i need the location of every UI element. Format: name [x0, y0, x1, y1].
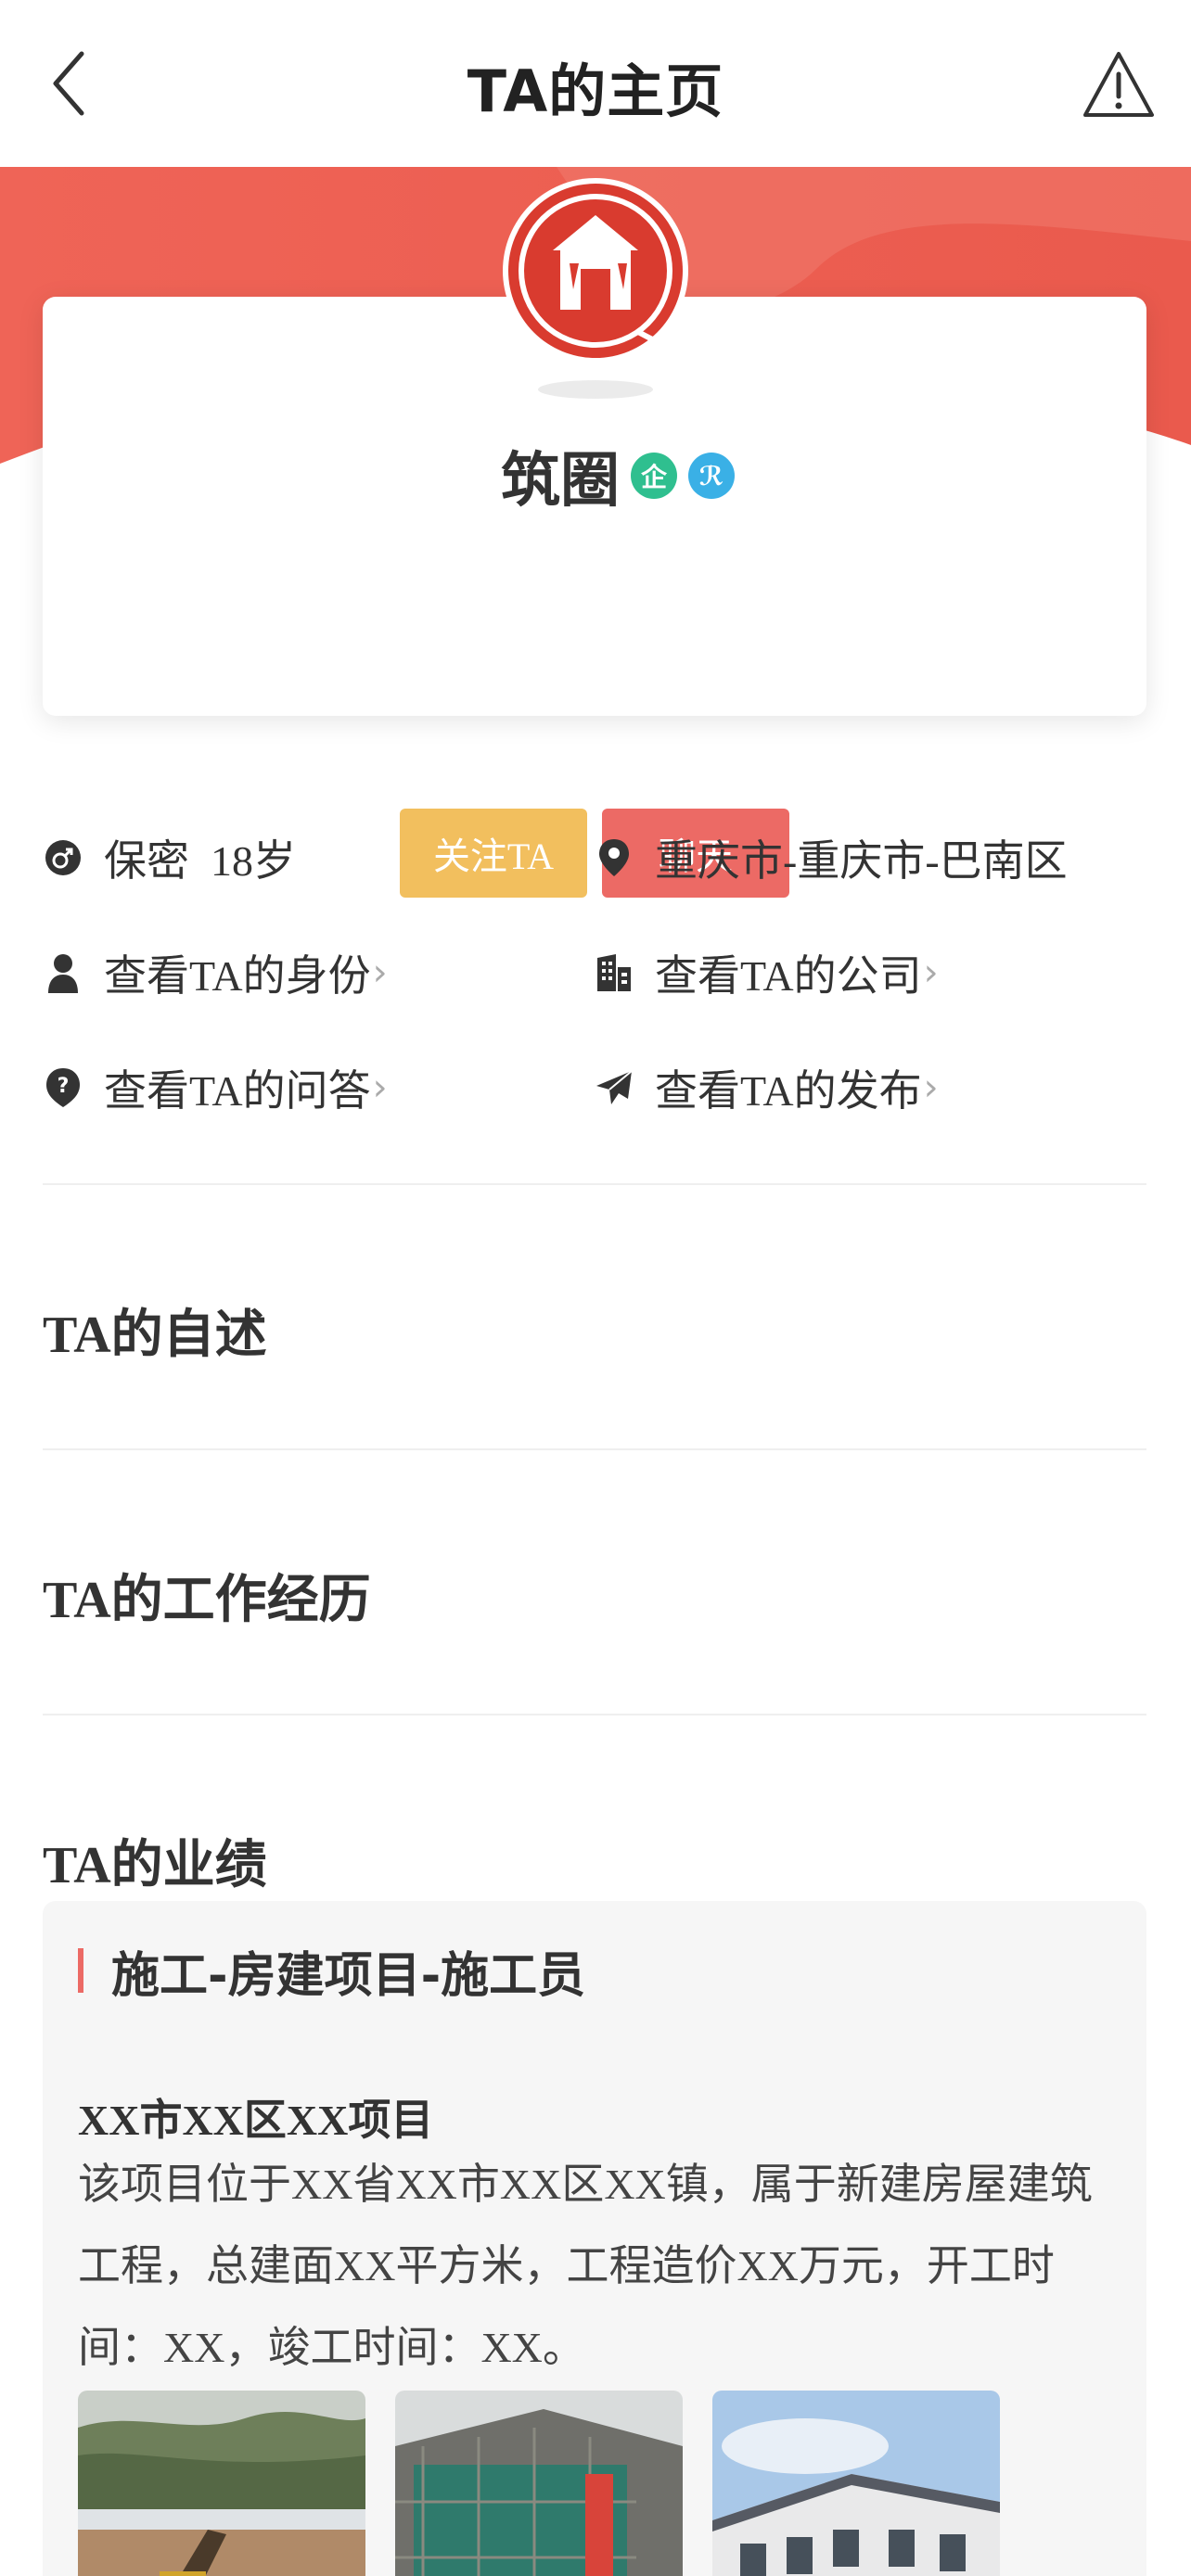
performance-category: 施工-房建项目-施工员: [78, 1938, 586, 2004]
svg-text:?: ?: [58, 1075, 70, 1098]
divider: [43, 1714, 1146, 1715]
follow-button[interactable]: 关注TA: [400, 809, 587, 898]
page-title: TA的主页: [467, 57, 724, 125]
warning-icon: [1083, 52, 1154, 117]
report-button[interactable]: [1080, 46, 1158, 124]
view-company-link[interactable]: 查看TA的公司 ›: [594, 931, 939, 1014]
view-qa-link[interactable]: ? 查看TA的问答 ›: [43, 1046, 388, 1129]
location-row: 重庆市-重庆市-巴南区: [594, 816, 1068, 899]
avatar[interactable]: [499, 174, 692, 406]
verified-person-badge-icon: ℛ: [688, 453, 735, 499]
gender-age-row: 保密 18岁: [43, 816, 296, 899]
view-posts-label: 查看TA的发布: [655, 1067, 922, 1115]
project-name: XX市XX区XX项目: [78, 2097, 434, 2144]
category-text: 施工-房建项目-施工员: [111, 1947, 586, 2004]
building-icon: [594, 950, 634, 995]
performance-card[interactable]: 施工-房建项目-施工员 XX市XX区XX项目 该项目位于XX省XX市XX区XX镇…: [43, 1901, 1146, 2576]
view-identity-label: 查看TA的身份: [104, 952, 371, 1000]
project-description: 该项目位于XX省XX市XX区XX镇，属于新建房屋建筑工程，总建面XX平方米，工程…: [78, 2161, 1093, 2371]
top-navbar: TA的主页: [0, 0, 1191, 167]
name-row: 筑圈 企 ℛ: [43, 436, 1146, 516]
location-text: 重庆市-重庆市-巴南区: [655, 837, 1068, 885]
location-pin-icon: [594, 835, 634, 880]
gender-icon: [43, 835, 83, 880]
person-icon: [43, 950, 83, 995]
project-photos: [78, 2391, 1000, 2576]
view-company-label: 查看TA的公司: [655, 952, 922, 1000]
logo-icon: [503, 178, 688, 399]
performance-title: TA的业绩: [43, 1837, 267, 1894]
project-photo[interactable]: [395, 2391, 683, 2576]
project-photo[interactable]: [712, 2391, 1000, 2576]
self-intro-title: TA的自述: [43, 1307, 267, 1364]
view-qa-label: 查看TA的问答: [104, 1067, 371, 1115]
divider: [43, 1183, 1146, 1185]
send-icon: [594, 1065, 634, 1110]
user-name: 筑圈: [501, 448, 620, 514]
chevron-right-icon: ›: [923, 951, 939, 994]
chevron-right-icon: ›: [923, 1066, 939, 1109]
view-posts-link[interactable]: 查看TA的发布 ›: [594, 1046, 939, 1129]
work-history-title: TA的工作经历: [43, 1572, 371, 1629]
project-photo[interactable]: [78, 2391, 365, 2576]
chevron-right-icon: ›: [372, 951, 388, 994]
accent-bar: [78, 1948, 83, 1993]
divider: [43, 1448, 1146, 1450]
chevron-right-icon: ›: [372, 1066, 388, 1109]
gender-age-text: 保密 18岁: [104, 837, 296, 885]
question-icon: ?: [43, 1065, 83, 1110]
view-identity-link[interactable]: 查看TA的身份 ›: [43, 931, 388, 1014]
enterprise-badge-icon: 企: [631, 453, 677, 499]
